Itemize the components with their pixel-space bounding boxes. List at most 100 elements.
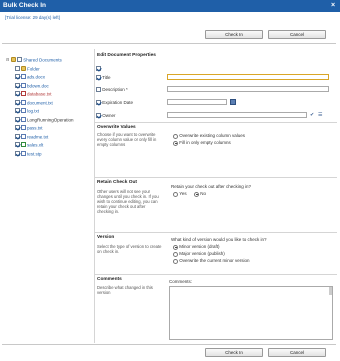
title-checkbox[interactable]	[96, 75, 101, 81]
tree-item-label: Folder	[27, 65, 40, 71]
title-label: Title	[102, 75, 111, 80]
owner-input[interactable]	[167, 112, 307, 118]
retain-question: Retain your check out after checking in?	[171, 184, 252, 189]
tree-item-checkbox[interactable]	[15, 82, 20, 88]
tree-item-label: database.txt	[27, 91, 52, 97]
checkin-button-bottom[interactable]: Check In	[205, 348, 263, 357]
retain-option-yes[interactable]: Yes	[173, 191, 187, 197]
description-row: Description *	[96, 86, 128, 93]
select-all-row	[96, 65, 101, 72]
minor-version-radio[interactable]	[173, 244, 178, 250]
tree-item-label: pass.txt	[27, 125, 43, 131]
document-icon	[21, 142, 26, 148]
properties-panel: Edit Document Properties Title Descripti…	[94, 49, 337, 343]
document-icon	[21, 91, 26, 97]
cancel-button-top[interactable]: Cancel	[268, 30, 326, 39]
collapse-icon[interactable]: ⊟	[6, 56, 10, 63]
retain-no-radio[interactable]	[194, 191, 199, 197]
tree-item-checkbox[interactable]	[15, 65, 20, 71]
tree-item-label: readme.txt	[27, 133, 49, 139]
tree-item-checkbox[interactable]	[15, 99, 20, 105]
tree-item[interactable]: sales.xlt	[15, 141, 43, 148]
license-notice[interactable]: [Trial license: 29 day(s) left]	[5, 15, 60, 20]
retain-yes-radio[interactable]	[173, 191, 178, 197]
tree-item[interactable]: readme.txt	[15, 133, 48, 140]
folder-icon	[11, 57, 16, 63]
fill-empty-radio[interactable]	[173, 140, 178, 146]
version-option-minor[interactable]: Minor version (draft)	[173, 244, 220, 250]
version-title: Version	[97, 235, 115, 240]
overwrite-existing-radio[interactable]	[173, 133, 178, 139]
tree-item-checkbox[interactable]	[15, 142, 20, 148]
version-option-major[interactable]: Major version (publish)	[173, 251, 225, 257]
folder-icon	[21, 65, 26, 71]
comments-desc: Describe what changed in this version	[97, 285, 153, 295]
document-icon	[21, 108, 26, 114]
overwrite-minor-radio[interactable]	[173, 258, 178, 264]
tree-item-label: ads.docx	[27, 74, 46, 80]
overwrite-option-existing[interactable]: Overwrite existing column values	[173, 133, 245, 139]
tree-item-checkbox[interactable]	[15, 116, 20, 122]
calendar-icon[interactable]	[230, 99, 236, 105]
tree-item-checkbox[interactable]	[15, 125, 20, 131]
select-all-checkbox[interactable]	[96, 66, 101, 72]
comments-textarea[interactable]	[169, 286, 333, 340]
retain-title: Retain Check Out	[97, 180, 137, 185]
browse-people-icon[interactable]: ☰	[318, 112, 324, 118]
properties-heading: Edit Document Properties	[97, 53, 156, 58]
tree-root-label: Shared Documents	[23, 57, 62, 63]
tree-item-checkbox[interactable]	[15, 133, 20, 139]
tree-item[interactable]: log.txt	[15, 107, 39, 114]
version-question: What kind of version would you like to c…	[171, 237, 267, 242]
tree-item[interactable]: database.txt	[15, 90, 52, 97]
document-icon	[21, 116, 26, 122]
tree-item-label: log.txt	[27, 108, 40, 114]
tree-item-label: sales.xlt	[27, 142, 44, 148]
expiration-checkbox[interactable]	[96, 100, 101, 106]
expiration-date-input[interactable]	[167, 99, 227, 105]
overwrite-desc: Choose if you want to overwrite every co…	[97, 132, 157, 147]
overwrite-title: Overwrite Values	[97, 125, 136, 130]
bottom-divider	[2, 344, 336, 345]
tree-item-checkbox[interactable]	[15, 91, 20, 97]
tree-item[interactable]: pass.txt	[15, 124, 43, 131]
tree-checkbox[interactable]	[17, 57, 22, 63]
overwrite-option-empty[interactable]: Fill in only empty columns	[173, 140, 231, 146]
description-checkbox[interactable]	[96, 87, 101, 93]
comments-scrollbar[interactable]	[329, 287, 332, 295]
document-icon	[21, 99, 26, 105]
tree-item-checkbox[interactable]	[15, 108, 20, 114]
major-version-radio[interactable]	[173, 251, 178, 257]
tree-item[interactable]: test.stp	[15, 150, 42, 157]
owner-checkbox[interactable]	[96, 113, 101, 119]
retain-option-no[interactable]: No	[194, 191, 206, 197]
tree-item-label: document.txt	[27, 99, 53, 105]
version-desc: Select the type of version to create on …	[97, 244, 162, 254]
tree-item[interactable]: ads.docx	[15, 73, 45, 80]
tree-item[interactable]: Folder	[15, 65, 40, 72]
comments-section: Comments Describe what changed in this v…	[95, 274, 337, 340]
title-input[interactable]	[167, 74, 329, 80]
description-label: Description *	[102, 87, 128, 92]
cancel-button-bottom[interactable]: Cancel	[268, 348, 326, 357]
tree-item[interactable]: LongRunningOperation	[15, 116, 74, 123]
title-row: Title	[96, 74, 111, 81]
overwrite-section: Overwrite Values Choose if you want to o…	[95, 122, 337, 172]
close-icon[interactable]: ×	[329, 2, 337, 10]
tree-item-checkbox[interactable]	[15, 74, 20, 80]
tree-item[interactable]: document.txt	[15, 99, 53, 106]
checkin-button-top[interactable]: Check In	[205, 30, 263, 39]
tree-item[interactable]: bdown.doc	[15, 82, 49, 89]
description-input[interactable]	[167, 86, 329, 92]
tree-item-label: bdown.doc	[27, 82, 49, 88]
expiration-row: Expiration Date	[96, 99, 133, 106]
check-names-icon[interactable]: ✔	[310, 112, 316, 118]
document-icon	[21, 74, 26, 80]
version-option-overwrite[interactable]: Overwrite the current minor version	[173, 258, 250, 264]
tree-item-checkbox[interactable]	[15, 150, 20, 156]
retain-desc: Other users will not see your changes un…	[97, 189, 159, 214]
version-section: Version Select the type of version to cr…	[95, 232, 337, 270]
comments-label: Comments:	[169, 279, 193, 284]
dialog-titlebar: Bulk Check In ×	[0, 0, 340, 12]
tree-root[interactable]: ⊟ Shared Documents	[6, 56, 62, 63]
